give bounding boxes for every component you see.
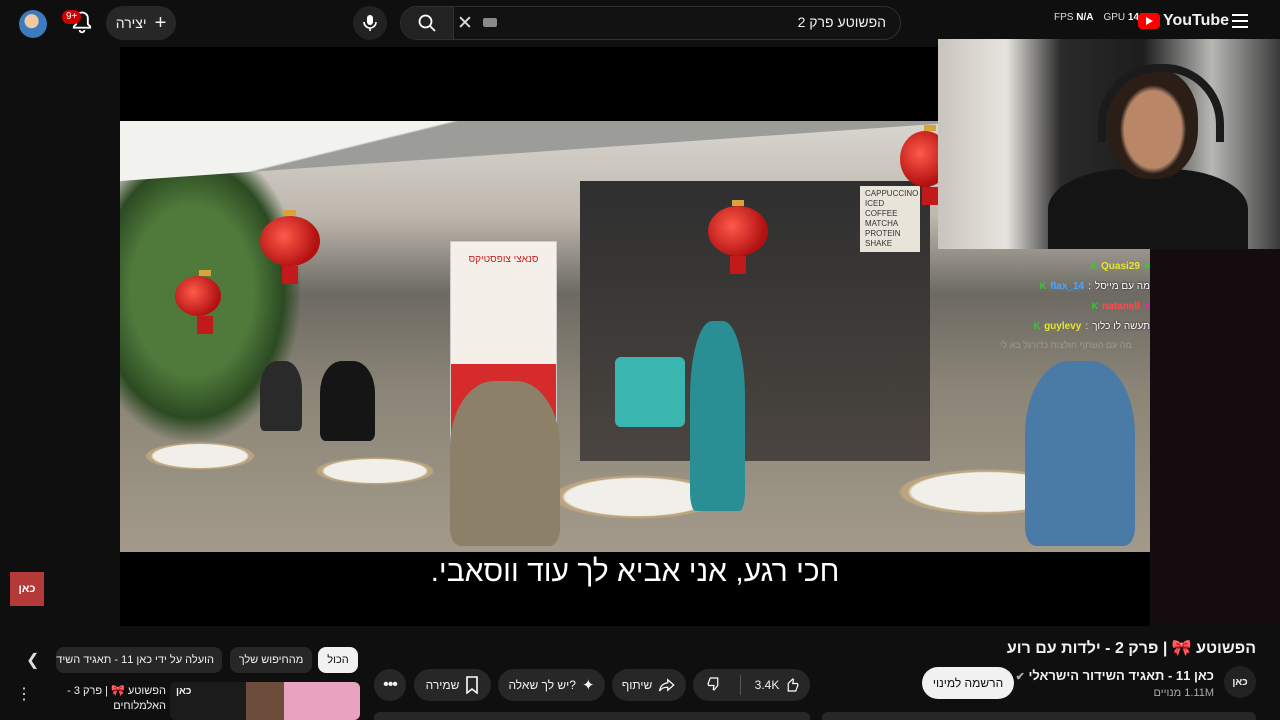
voice-search-button[interactable]: [353, 6, 387, 40]
plus-icon: +: [154, 12, 167, 34]
chat-username: flax_14: [1050, 280, 1085, 292]
logo-text: YouTube: [1163, 12, 1230, 29]
courier-bag: [615, 357, 685, 427]
more-vertical-icon[interactable]: ⋮: [16, 684, 32, 704]
stream-chat: K Quasi29 ● K flax_14 : מה עם מייסל K na…: [950, 256, 1150, 336]
sparkle-icon: ✦: [581, 677, 595, 694]
like-dislike-group: 3.4K: [693, 669, 810, 701]
chat-emote-icon: ●: [1143, 260, 1150, 272]
performance-stats: FPS N/A GPU 14 %: [1054, 12, 1151, 23]
avatar[interactable]: [19, 10, 47, 38]
shop-sign: CAPPUCCINO ICED COFFEE MATCHA PROTEIN SH…: [860, 186, 920, 252]
stat-fps: FPS N/A: [1054, 12, 1094, 23]
search-input[interactable]: הפשוטע פרק 2: [798, 14, 886, 30]
lantern: [175, 270, 221, 334]
chip-from-search[interactable]: מהחיפוש שלך: [230, 647, 312, 673]
search-button[interactable]: [401, 7, 454, 39]
youtube-play-icon: [1138, 13, 1160, 29]
person-seated: [320, 361, 375, 441]
create-button[interactable]: + יצירה: [106, 6, 176, 40]
notifications-badge: 9+: [62, 10, 82, 24]
subscriber-count: 1.11M מנויים: [1153, 687, 1214, 699]
search-bar: ✕ הפשוטע פרק 2: [400, 6, 901, 40]
more-horizontal-icon: •••: [383, 676, 398, 693]
side-panel-background: [1150, 249, 1280, 626]
chat-username: Quasi29: [1101, 260, 1140, 272]
save-button[interactable]: שמירה: [414, 669, 491, 701]
clear-search-icon[interactable]: ✕: [457, 12, 473, 35]
share-button[interactable]: שיתוף: [612, 669, 686, 701]
channel-name[interactable]: כאן 11 - תאגיד השידור הישראלי ✔: [1016, 668, 1214, 683]
person-phone: [450, 381, 560, 546]
recommendation-title[interactable]: הפשוטע 🎀 | פרק 3 - האלמלוחים: [58, 684, 166, 714]
chat-text: מה עם מייסל: [1094, 280, 1150, 292]
chip-all[interactable]: הכול: [318, 647, 358, 673]
like-button[interactable]: 3.4K: [747, 676, 810, 694]
subscribe-button[interactable]: הרשמה למינוי: [922, 667, 1014, 699]
microphone-icon: [363, 15, 377, 31]
lantern: [708, 200, 768, 274]
headphones: [1098, 64, 1224, 142]
create-label: יצירה: [115, 15, 147, 31]
chevron-left-icon[interactable]: ❮: [26, 650, 39, 670]
chat-emote-icon: ●: [1143, 300, 1150, 312]
chat-username: guylevy: [1044, 320, 1082, 332]
dislike-button[interactable]: [694, 675, 734, 696]
video-subtitle: חכי רגע, אני אביא לך עוד ווסאבי.: [430, 555, 840, 588]
youtube-logo[interactable]: YouTube: [1138, 12, 1229, 30]
verified-check-icon: ✔: [1015, 671, 1025, 683]
chat-message: K Quasi29 ●: [1090, 260, 1150, 272]
like-count: 3.4K: [754, 678, 780, 692]
hamburger-menu-icon[interactable]: [1232, 14, 1248, 28]
cafe-table: [310, 456, 440, 486]
courier: [690, 321, 745, 511]
streamer-webcam: [938, 39, 1280, 249]
chat-text: תעשה לו כלוך: [1092, 320, 1150, 332]
recommendation-thumbnail[interactable]: כאן: [170, 682, 360, 720]
channel-watermark-badge[interactable]: כאן: [10, 572, 44, 606]
search-icon: [418, 14, 436, 32]
person-seated: [260, 361, 302, 431]
woman-phone: [1025, 361, 1135, 546]
chat-faint-message: מה עם השתף חולצות כדורגל בא לי: [1000, 340, 1132, 350]
channel-logo[interactable]: כאן: [1224, 666, 1256, 698]
chat-username: natanell: [1102, 300, 1140, 312]
thumbs-up-icon: [787, 678, 799, 692]
streamer-body: [1048, 169, 1248, 249]
chat-message: K natanell ●: [1091, 300, 1150, 312]
video-title: הפשוטע 🎀 | פרק 2 - ילדות עם רוע: [1006, 640, 1256, 657]
thumbnail-label: כאן: [176, 686, 192, 697]
lantern: [260, 210, 320, 284]
ask-question-button[interactable]: יש לך שאלה? ✦: [498, 669, 605, 701]
thumbs-down-icon: [707, 676, 719, 691]
keyboard-icon[interactable]: [483, 18, 497, 27]
awning: [120, 121, 940, 181]
comments-bar: [374, 712, 810, 720]
chat-message: K guylevy : תעשה לו כלוך: [1033, 320, 1150, 332]
more-actions-button[interactable]: •••: [374, 669, 406, 701]
description-bar: [822, 712, 1256, 720]
chat-message: K flax_14 : מה עם מייסל: [1039, 280, 1150, 292]
cafe-table: [140, 441, 260, 471]
share-icon: [659, 678, 675, 692]
chip-uploaded-by[interactable]: הועלה על ידי כאן 11 - תאגיד השידור: [56, 647, 222, 673]
bookmark-icon: [466, 676, 479, 694]
